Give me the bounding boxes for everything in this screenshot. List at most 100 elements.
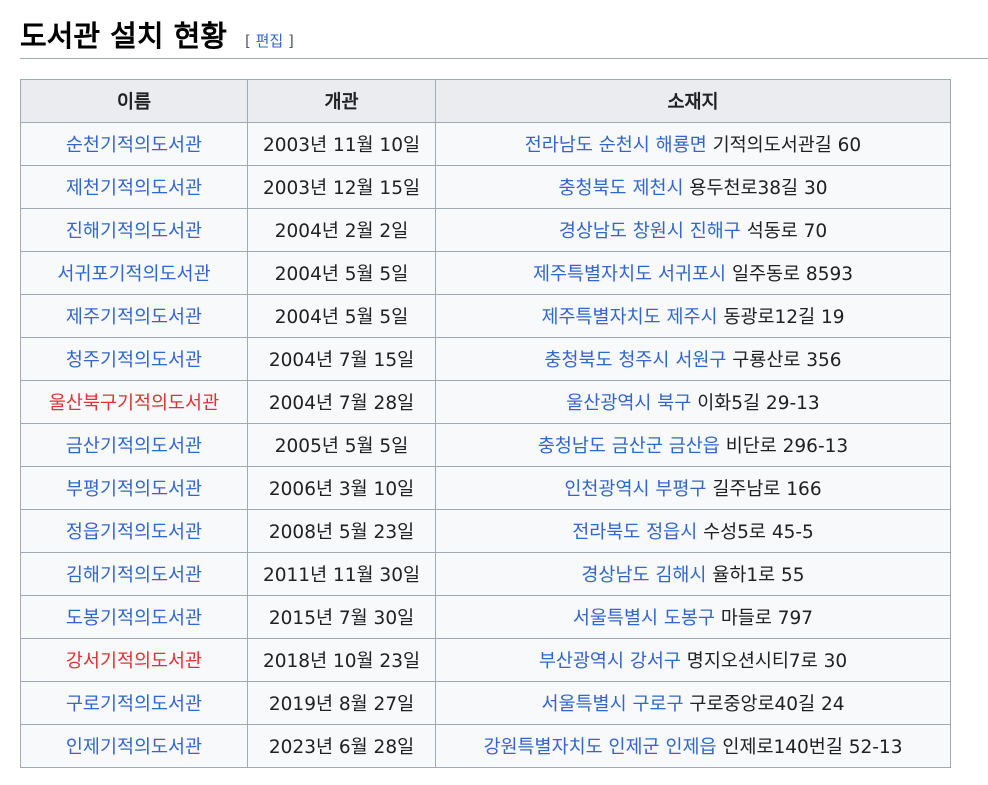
cell-name: 부평기적의도서관 bbox=[20, 466, 248, 510]
location-link[interactable]: 울산광역시 북구 bbox=[566, 393, 691, 414]
library-name-link[interactable]: 김해기적의도서관 bbox=[66, 565, 202, 586]
location-link[interactable]: 경상남도 김해시 bbox=[581, 565, 706, 586]
table-row: 도봉기적의도서관 2015년 7월 30일 서울특별시 도봉구 마들로 797 bbox=[20, 595, 951, 639]
cell-location: 강원특별자치도 인제군 인제읍 인제로140번길 52-13 bbox=[435, 724, 951, 768]
library-name-link[interactable]: 울산북구기적의도서관 bbox=[49, 393, 219, 414]
location-link[interactable]: 전라남도 순천시 해룡면 bbox=[525, 135, 707, 156]
cell-name: 울산북구기적의도서관 bbox=[20, 380, 248, 424]
table-row: 순천기적의도서관 2003년 11월 10일 전라남도 순천시 해룡면 기적의도서관… bbox=[20, 122, 951, 166]
section-heading: 도서관 설치 현황 [ 편집 ] bbox=[20, 14, 988, 59]
cell-location: 인천광역시 부평구 길주남로 166 bbox=[435, 466, 951, 510]
edit-section: [ 편집 ] bbox=[245, 30, 294, 51]
cell-location: 경상남도 창원시 진해구 석동로 70 bbox=[435, 208, 951, 252]
cell-location: 부산광역시 강서구 명지오션시티7로 30 bbox=[435, 638, 951, 682]
location-link[interactable]: 경상남도 창원시 진해구 bbox=[559, 221, 741, 242]
cell-name: 김해기적의도서관 bbox=[20, 552, 248, 596]
library-name-link[interactable]: 금산기적의도서관 bbox=[66, 436, 202, 457]
cell-name: 금산기적의도서관 bbox=[20, 423, 248, 467]
location-link[interactable]: 충청북도 제천시 bbox=[559, 178, 684, 199]
header-name: 이름 bbox=[20, 79, 248, 123]
table-row: 강서기적의도서관 2018년 10월 23일 부산광역시 강서구 명지오션시티7로 … bbox=[20, 638, 951, 682]
location-link[interactable]: 서울특별시 구로구 bbox=[541, 694, 683, 715]
street-address: 비단로 296-13 bbox=[725, 436, 849, 457]
street-address: 구룡산로 356 bbox=[732, 350, 842, 371]
library-name-link[interactable]: 정읍기적의도서관 bbox=[66, 522, 202, 543]
cell-opened: 2006년 3월 10일 bbox=[247, 466, 436, 510]
cell-opened: 2005년 5월 5일 bbox=[247, 423, 436, 467]
cell-name: 도봉기적의도서관 bbox=[20, 595, 248, 639]
cell-opened: 2023년 6월 28일 bbox=[247, 724, 436, 768]
cell-location: 제주특별자치도 제주시 동광로12길 19 bbox=[435, 294, 951, 338]
table-row: 서귀포기적의도서관 2004년 5월 5일 제주특별자치도 서귀포시 일주동로 85… bbox=[20, 251, 951, 295]
street-address: 구로중앙로40길 24 bbox=[689, 694, 845, 715]
street-address: 석동로 70 bbox=[746, 221, 828, 242]
edit-bracket-close: ] bbox=[287, 32, 294, 50]
library-name-link[interactable]: 제주기적의도서관 bbox=[66, 307, 202, 328]
library-name-link[interactable]: 부평기적의도서관 bbox=[66, 479, 202, 500]
cell-opened: 2004년 2월 2일 bbox=[247, 208, 436, 252]
cell-opened: 2004년 7월 28일 bbox=[247, 380, 436, 424]
table-row: 진해기적의도서관 2004년 2월 2일 경상남도 창원시 진해구 석동로 70 bbox=[20, 208, 951, 252]
cell-opened: 2008년 5월 23일 bbox=[247, 509, 436, 553]
cell-opened: 2004년 5월 5일 bbox=[247, 294, 436, 338]
library-name-link[interactable]: 강서기적의도서관 bbox=[66, 651, 202, 672]
cell-name: 강서기적의도서관 bbox=[20, 638, 248, 682]
cell-location: 충청북도 제천시 용두천로38길 30 bbox=[435, 165, 951, 209]
cell-name: 정읍기적의도서관 bbox=[20, 509, 248, 553]
cell-location: 경상남도 김해시 율하1로 55 bbox=[435, 552, 951, 596]
location-link[interactable]: 충청북도 청주시 서원구 bbox=[544, 350, 726, 371]
library-name-link[interactable]: 진해기적의도서관 bbox=[66, 221, 202, 242]
library-name-link[interactable]: 인제기적의도서관 bbox=[66, 737, 202, 758]
page-title: 도서관 설치 현황 bbox=[20, 19, 227, 53]
street-address: 이화5길 29-13 bbox=[697, 393, 820, 414]
location-link[interactable]: 부산광역시 강서구 bbox=[539, 651, 681, 672]
location-link[interactable]: 인천광역시 부평구 bbox=[564, 479, 706, 500]
table-body: 순천기적의도서관 2003년 11월 10일 전라남도 순천시 해룡면 기적의도서관… bbox=[20, 122, 951, 768]
edit-bracket-open: [ bbox=[244, 32, 251, 50]
cell-name: 청주기적의도서관 bbox=[20, 337, 248, 381]
location-link[interactable]: 충청남도 금산군 금산읍 bbox=[538, 436, 720, 457]
location-link[interactable]: 서울특별시 도봉구 bbox=[573, 608, 715, 629]
cell-name: 진해기적의도서관 bbox=[20, 208, 248, 252]
cell-name: 순천기적의도서관 bbox=[20, 122, 248, 166]
street-address: 용두천로38길 30 bbox=[689, 178, 828, 199]
edit-link[interactable]: 편집 bbox=[256, 32, 284, 50]
street-address: 율하1로 55 bbox=[712, 565, 805, 586]
street-address: 기적의도서관길 60 bbox=[712, 135, 862, 156]
table-row: 김해기적의도서관 2011년 11월 30일 경상남도 김해시 율하1로 55 bbox=[20, 552, 951, 596]
library-name-link[interactable]: 순천기적의도서관 bbox=[66, 135, 202, 156]
cell-location: 제주특별자치도 서귀포시 일주동로 8593 bbox=[435, 251, 951, 295]
table-row: 제천기적의도서관 2003년 12월 15일 충청북도 제천시 용두천로38길 30 bbox=[20, 165, 951, 209]
cell-opened: 2019년 8월 27일 bbox=[247, 681, 436, 725]
location-link[interactable]: 제주특별자치도 서귀포시 bbox=[533, 264, 726, 285]
cell-location: 서울특별시 구로구 구로중앙로40길 24 bbox=[435, 681, 951, 725]
cell-opened: 2015년 7월 30일 bbox=[247, 595, 436, 639]
street-address: 마들로 797 bbox=[720, 608, 814, 629]
cell-location: 울산광역시 북구 이화5길 29-13 bbox=[435, 380, 951, 424]
table-row: 정읍기적의도서관 2008년 5월 23일 전라북도 정읍시 수성5로 45-5 bbox=[20, 509, 951, 553]
library-name-link[interactable]: 제천기적의도서관 bbox=[66, 178, 202, 199]
cell-location: 전라북도 정읍시 수성5로 45-5 bbox=[435, 509, 951, 553]
library-name-link[interactable]: 구로기적의도서관 bbox=[66, 694, 202, 715]
cell-location: 충청남도 금산군 금산읍 비단로 296-13 bbox=[435, 423, 951, 467]
table-row: 울산북구기적의도서관 2004년 7월 28일 울산광역시 북구 이화5길 29-1… bbox=[20, 380, 951, 424]
table-row: 금산기적의도서관 2005년 5월 5일 충청남도 금산군 금산읍 비단로 296-… bbox=[20, 423, 951, 467]
location-link[interactable]: 강원특별자치도 인제군 인제읍 bbox=[484, 737, 717, 758]
header-location: 소재지 bbox=[435, 79, 951, 123]
cell-opened: 2004년 7월 15일 bbox=[247, 337, 436, 381]
cell-opened: 2003년 12월 15일 bbox=[247, 165, 436, 209]
library-name-link[interactable]: 도봉기적의도서관 bbox=[66, 608, 202, 629]
cell-location: 서울특별시 도봉구 마들로 797 bbox=[435, 595, 951, 639]
library-name-link[interactable]: 청주기적의도서관 bbox=[66, 350, 202, 371]
table-row: 제주기적의도서관 2004년 5월 5일 제주특별자치도 제주시 동광로12길 19 bbox=[20, 294, 951, 338]
library-table: 이름 개관 소재지 순천기적의도서관 2003년 11월 10일 전라남도 순천시 … bbox=[20, 79, 951, 768]
cell-opened: 2011년 11월 30일 bbox=[247, 552, 436, 596]
library-name-link[interactable]: 서귀포기적의도서관 bbox=[57, 264, 210, 285]
street-address: 일주동로 8593 bbox=[731, 264, 854, 285]
cell-opened: 2018년 10월 23일 bbox=[247, 638, 436, 682]
table-row: 부평기적의도서관 2006년 3월 10일 인천광역시 부평구 길주남로 166 bbox=[20, 466, 951, 510]
location-link[interactable]: 전라북도 정읍시 bbox=[572, 522, 697, 543]
location-link[interactable]: 제주특별자치도 제주시 bbox=[541, 307, 717, 328]
cell-location: 충청북도 청주시 서원구 구룡산로 356 bbox=[435, 337, 951, 381]
cell-opened: 2003년 11월 10일 bbox=[247, 122, 436, 166]
